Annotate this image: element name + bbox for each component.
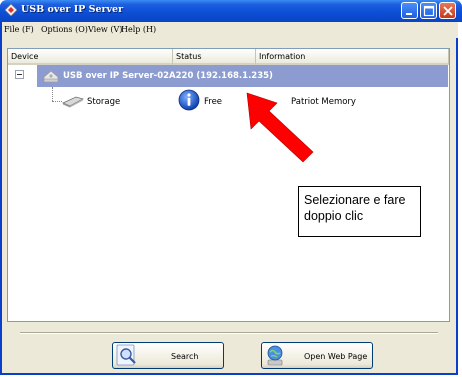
annotation-arrow	[246, 92, 314, 163]
open-web-page-button[interactable]: Open Web Page	[261, 342, 373, 369]
search-button-label: Search	[171, 352, 199, 361]
web-page-icon	[265, 344, 287, 369]
open-web-page-button-label: Open Web Page	[304, 352, 368, 361]
search-icon	[116, 344, 138, 369]
search-button[interactable]: Search	[112, 342, 224, 369]
footer-divider	[20, 332, 438, 334]
